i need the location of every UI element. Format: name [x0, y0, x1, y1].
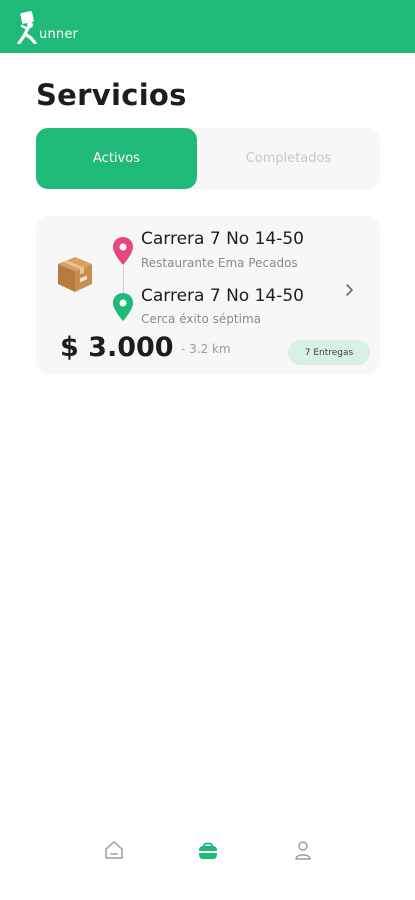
runner-logo-icon — [17, 11, 37, 44]
nav-services[interactable] — [194, 838, 222, 866]
status-tabs: Completados Activos — [36, 128, 380, 189]
destination-address: Carrera 7 No 14-50 — [141, 286, 305, 306]
destination-pin-icon — [112, 292, 134, 326]
destination-place: Cerca éxito séptima — [141, 312, 261, 326]
runner-logo: unner — [16, 8, 78, 44]
origin-place: Restaurante Ema Pecados — [141, 256, 298, 270]
origin-address: Carrera 7 No 14-50 — [141, 229, 305, 249]
page-title: Servicios — [36, 78, 187, 112]
deliveries-badge: 7 Entregas — [288, 340, 370, 365]
chevron-right-icon[interactable] — [344, 282, 354, 301]
app-header: unner — [0, 0, 415, 53]
bottom-navigation — [0, 820, 415, 880]
route-connector — [123, 266, 124, 294]
nav-home[interactable] — [100, 838, 128, 866]
nav-profile[interactable] — [289, 838, 317, 866]
logo-text: unner — [39, 27, 79, 42]
user-icon — [292, 839, 314, 865]
origin-pin-icon — [112, 236, 134, 270]
home-icon — [103, 839, 125, 865]
service-price: $ 3.000 — [60, 332, 174, 363]
package-icon — [56, 254, 94, 298]
tab-activos[interactable]: Activos — [36, 128, 197, 189]
delivery-bag-icon — [196, 839, 220, 865]
tab-completados[interactable]: Completados — [197, 128, 380, 189]
service-card[interactable]: Carrera 7 No 14-50 Restaurante Ema Pecad… — [36, 216, 380, 374]
service-distance: - 3.2 km — [181, 342, 231, 356]
